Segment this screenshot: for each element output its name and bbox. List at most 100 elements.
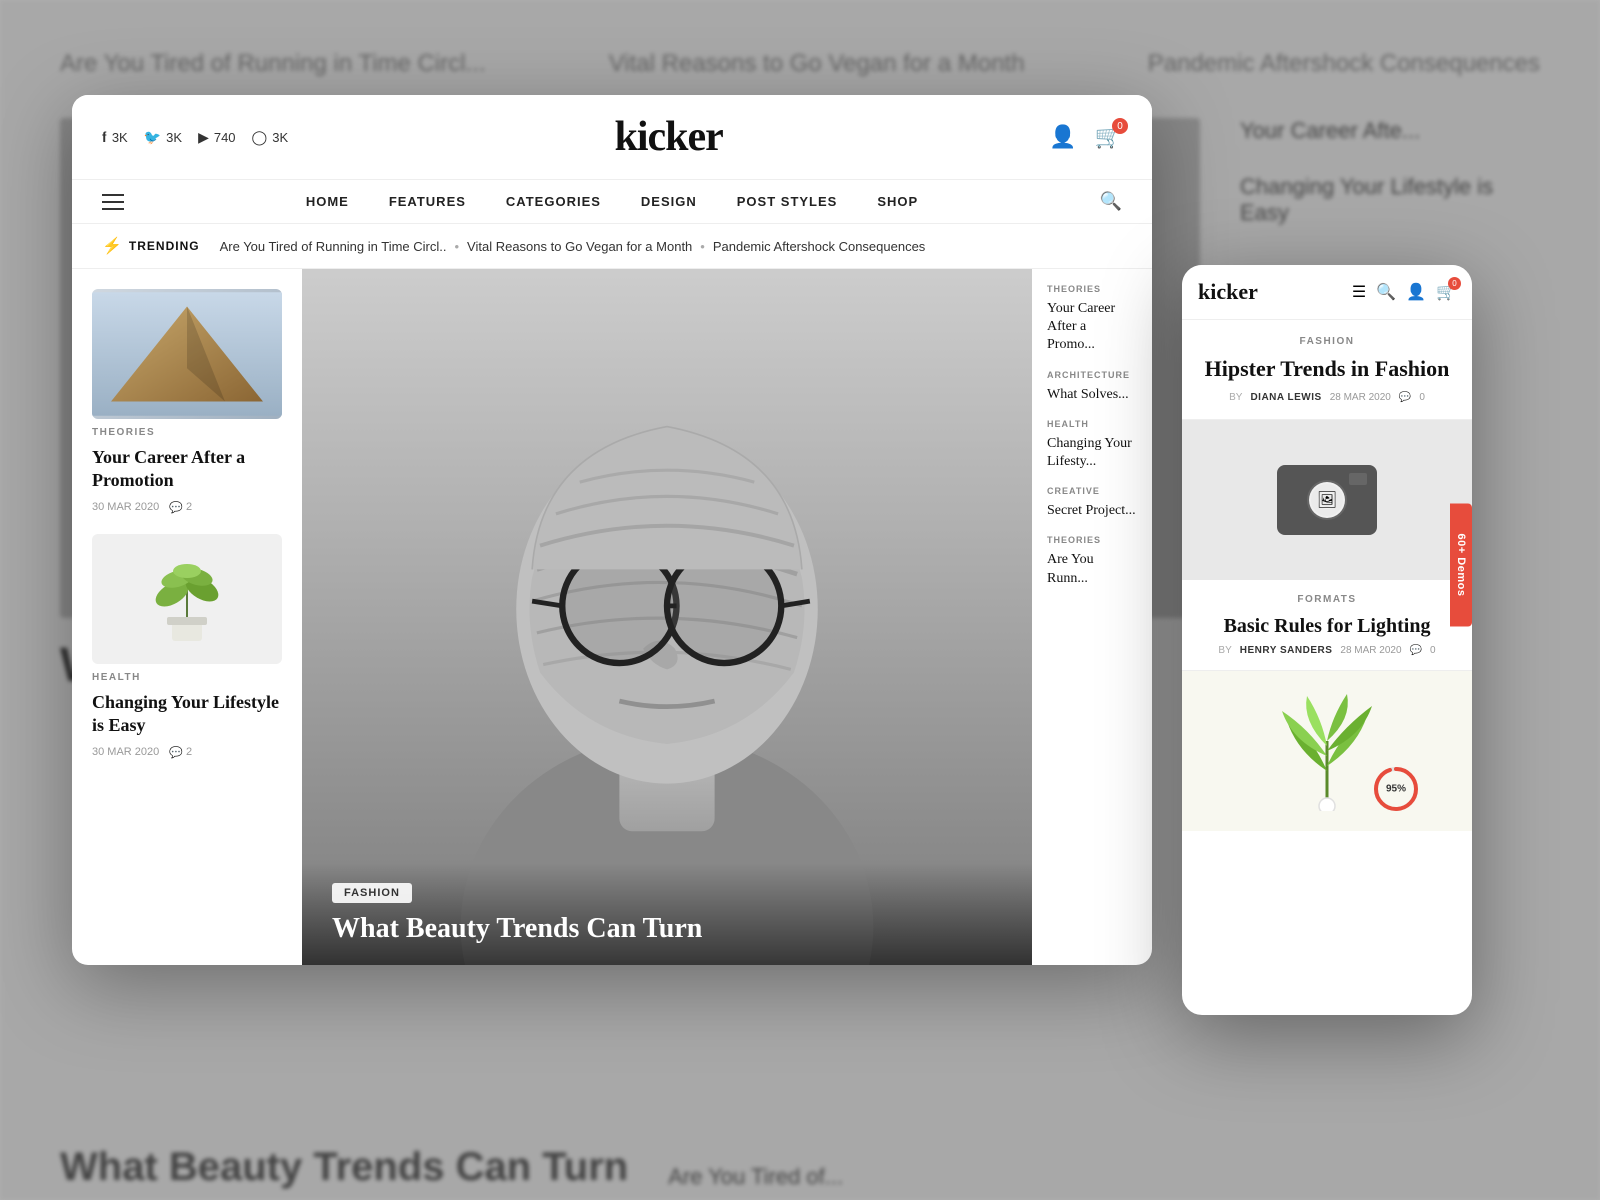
mobile-camera-author: HENRY SANDERS bbox=[1240, 645, 1333, 656]
right-title-4[interactable]: Secret Project... bbox=[1047, 502, 1137, 520]
right-title-2[interactable]: What Solves... bbox=[1047, 386, 1137, 404]
trending-bar: ⚡ TRENDING Are You Tired of Running in T… bbox=[72, 224, 1152, 269]
right-cat-3: HEALTH bbox=[1047, 419, 1137, 429]
facebook-link[interactable]: 𝐟 3K bbox=[102, 129, 128, 146]
mobile-featured-section: FASHION Hipster Trends in Fashion BY DIA… bbox=[1182, 320, 1472, 420]
article-2-category: HEALTH bbox=[92, 672, 282, 683]
right-title-3[interactable]: Changing Your Lifesty... bbox=[1047, 435, 1137, 471]
nav-categories[interactable]: CATEGORIES bbox=[506, 194, 601, 209]
mobile-author-name: DIANA LEWIS bbox=[1250, 392, 1321, 403]
article-2-comments: 💬 2 bbox=[169, 746, 192, 759]
right-card-5: THEORIES Are You Runn... bbox=[1047, 535, 1137, 587]
mobile-camera-category: FORMATS bbox=[1198, 594, 1456, 605]
bg-article-1: Are You Tired of Running in Time Circl..… bbox=[60, 50, 486, 78]
mobile-camera-title[interactable]: Basic Rules for Lighting bbox=[1198, 613, 1456, 639]
user-icon[interactable]: 👤 bbox=[1049, 124, 1076, 150]
trending-label: ⚡ TRENDING bbox=[102, 236, 200, 256]
trending-icon: ⚡ bbox=[102, 236, 123, 256]
twitter-count: 3K bbox=[166, 130, 182, 145]
right-title-1[interactable]: Your Career After a Promo... bbox=[1047, 300, 1137, 355]
mobile-camera-image: 🖼 bbox=[1182, 420, 1472, 580]
mobile-cart-button[interactable]: 🛒 0 bbox=[1436, 282, 1456, 302]
trending-item-3[interactable]: Pandemic Aftershock Consequences bbox=[713, 239, 925, 254]
article-card-2: HEALTH Changing Your Lifestyle is Easy 3… bbox=[92, 534, 282, 759]
mobile-plant-image: 95% bbox=[1182, 671, 1472, 831]
comment-icon-2: 💬 bbox=[169, 746, 183, 759]
mobile-date: 28 MAR 2020 bbox=[1330, 392, 1391, 403]
nav-post-styles[interactable]: POST STYLES bbox=[737, 194, 838, 209]
article-card-1: THEORIES Your Career After a Promotion 3… bbox=[92, 289, 282, 514]
bg-bottom-title: What Beauty Trends Can Turn bbox=[60, 1145, 628, 1190]
hamburger-button[interactable] bbox=[102, 194, 124, 210]
mobile-search-icon[interactable]: 🔍 bbox=[1376, 282, 1396, 302]
trending-item-2[interactable]: Vital Reasons to Go Vegan for a Month bbox=[467, 239, 692, 254]
article-1-date: 30 MAR 2020 bbox=[92, 501, 159, 513]
article-1-image bbox=[92, 289, 282, 419]
mobile-featured-title[interactable]: Hipster Trends in Fashion bbox=[1198, 355, 1456, 384]
youtube-icon: ▶ bbox=[198, 129, 209, 146]
social-links: 𝐟 3K 🐦 3K ▶ 740 ◯ 3K bbox=[102, 129, 288, 146]
bg-article-3: Pandemic Aftershock Consequences bbox=[1148, 50, 1540, 78]
desktop-header: 𝐟 3K 🐦 3K ▶ 740 ◯ 3K kicker 👤 🛒 0 bbox=[72, 95, 1152, 180]
article-1-meta: 30 MAR 2020 💬 2 bbox=[92, 501, 282, 514]
right-column: THEORIES Your Career After a Promo... AR… bbox=[1032, 269, 1152, 965]
mobile-nav-icons: ☰ 🔍 👤 🛒 0 bbox=[1352, 282, 1456, 302]
mobile-featured-category: FASHION bbox=[1198, 336, 1456, 347]
mobile-cart-count: 0 bbox=[1448, 277, 1461, 290]
facebook-count: 3K bbox=[112, 130, 128, 145]
bg-side-title-1: Your Career Afte... bbox=[1240, 118, 1540, 144]
right-card-2: ARCHITECTURE What Solves... bbox=[1047, 370, 1137, 404]
mobile-camera-date: 28 MAR 2020 bbox=[1340, 645, 1401, 656]
twitter-icon: 🐦 bbox=[144, 129, 161, 146]
mobile-camera-section: FORMATS Basic Rules for Lighting BY HENR… bbox=[1182, 580, 1472, 671]
mobile-hamburger-icon[interactable]: ☰ bbox=[1352, 282, 1366, 302]
youtube-count: 740 bbox=[214, 130, 236, 145]
header-actions: 👤 🛒 0 bbox=[1049, 124, 1122, 150]
progress-text: 95% bbox=[1386, 783, 1406, 794]
center-column: FASHION What Beauty Trends Can Turn bbox=[302, 269, 1032, 965]
bg-article-2: Vital Reasons to Go Vegan for a Month bbox=[609, 50, 1025, 78]
nav-design[interactable]: DESIGN bbox=[641, 194, 697, 209]
trending-items: Are You Tired of Running in Time Circl..… bbox=[220, 239, 926, 254]
plant-image bbox=[92, 534, 282, 664]
trending-item-1[interactable]: Are You Tired of Running in Time Circl.. bbox=[220, 239, 447, 254]
comment-icon-1: 💬 bbox=[169, 501, 183, 514]
twitter-link[interactable]: 🐦 3K bbox=[144, 129, 182, 146]
nav-home[interactable]: HOME bbox=[306, 194, 349, 209]
mobile-comment-icon: 💬 bbox=[1399, 392, 1411, 403]
trending-sep-2: • bbox=[700, 239, 705, 254]
progress-circle: 95% bbox=[1370, 763, 1422, 815]
trending-sep-1: • bbox=[454, 239, 459, 254]
desktop-nav: HOME FEATURES CATEGORIES DESIGN POST STY… bbox=[72, 180, 1152, 224]
desktop-modal: 𝐟 3K 🐦 3K ▶ 740 ◯ 3K kicker 👤 🛒 0 bbox=[72, 95, 1152, 965]
article-1-title[interactable]: Your Career After a Promotion bbox=[92, 446, 282, 493]
mobile-body: FASHION Hipster Trends in Fashion BY DIA… bbox=[1182, 320, 1472, 1015]
article-2-date: 30 MAR 2020 bbox=[92, 746, 159, 758]
right-card-3: HEALTH Changing Your Lifesty... bbox=[1047, 419, 1137, 471]
left-column: THEORIES Your Career After a Promotion 3… bbox=[72, 269, 302, 965]
bg-top-bar: Are You Tired of Running in Time Circl..… bbox=[60, 30, 1540, 98]
cart-count: 0 bbox=[1112, 118, 1128, 134]
bg-bottom-side: Are You Tired of... bbox=[668, 1164, 843, 1190]
youtube-link[interactable]: ▶ 740 bbox=[198, 129, 235, 146]
nav-shop[interactable]: SHOP bbox=[877, 194, 918, 209]
demos-tab[interactable]: 60+ Demos bbox=[1450, 504, 1472, 627]
site-logo[interactable]: kicker bbox=[615, 113, 723, 161]
right-cat-4: CREATIVE bbox=[1047, 486, 1137, 496]
featured-category: FASHION bbox=[332, 883, 412, 903]
plant-svg bbox=[1277, 691, 1377, 811]
article-1-category: THEORIES bbox=[92, 427, 282, 438]
instagram-link[interactable]: ◯ 3K bbox=[252, 129, 289, 146]
article-2-meta: 30 MAR 2020 💬 2 bbox=[92, 746, 282, 759]
cart-button[interactable]: 🛒 0 bbox=[1095, 124, 1122, 150]
mobile-camera-author-line: BY HENRY SANDERS 28 MAR 2020 💬 0 bbox=[1198, 645, 1456, 656]
nav-features[interactable]: FEATURES bbox=[389, 194, 466, 209]
featured-title[interactable]: What Beauty Trends Can Turn bbox=[332, 913, 1002, 945]
article-2-title[interactable]: Changing Your Lifestyle is Easy bbox=[92, 691, 282, 738]
right-title-5[interactable]: Are You Runn... bbox=[1047, 551, 1137, 587]
facebook-icon: 𝐟 bbox=[102, 129, 107, 146]
search-icon[interactable]: 🔍 bbox=[1100, 191, 1122, 212]
mobile-logo[interactable]: kicker bbox=[1198, 279, 1342, 305]
mobile-user-icon[interactable]: 👤 bbox=[1406, 282, 1426, 302]
right-card-1: THEORIES Your Career After a Promo... bbox=[1047, 284, 1137, 355]
